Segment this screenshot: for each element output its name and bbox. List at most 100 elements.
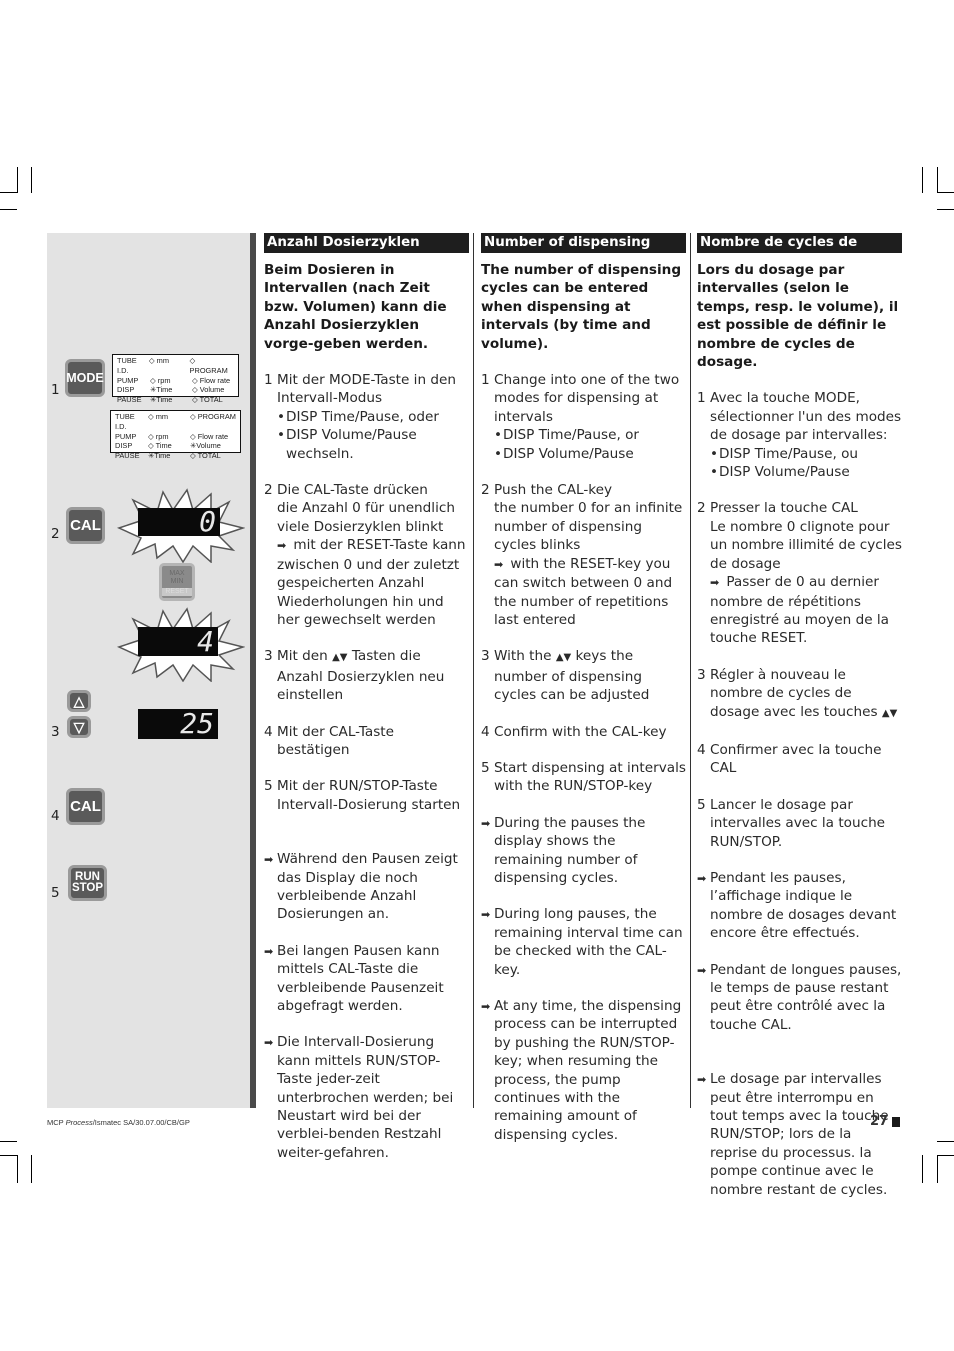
note: ➡ Während den Pausen zeigt das Display di… xyxy=(264,850,469,924)
panel-label: Time xyxy=(156,385,173,395)
step-text: Mit der RUN/STOP-Taste Intervall-Dosieru… xyxy=(277,778,461,813)
step-number-5: 5 xyxy=(51,885,60,901)
panel-label: PROGRAM xyxy=(197,412,236,421)
step-text: Confirm with the CAL-key xyxy=(494,723,667,740)
note: ➡ At any time, the dispensing process can… xyxy=(481,997,686,1144)
note-text: Pendant de longues pauses, le temps de p… xyxy=(710,961,902,1033)
note-text: mit der RESET-Taste kann zwischen 0 und … xyxy=(277,537,466,628)
crop-mark xyxy=(31,1155,32,1183)
bullet-item: DISP Volume/Pause xyxy=(277,426,469,445)
instruction-step: 1 Change into one of the two modes for d… xyxy=(481,371,686,463)
note: ➡ Bei langen Pausen kann mittels CAL-Tast… xyxy=(264,942,469,1016)
up-down-arrows-icon: ▲▼ xyxy=(555,652,572,664)
step-number: 2 xyxy=(481,482,490,499)
arrow-right-icon: ➡ xyxy=(481,1000,491,1013)
intro-text: The number of dispensing cycles can be e… xyxy=(481,262,682,352)
panel-label: rpm xyxy=(157,375,171,385)
indicator-off-icon: ◇ xyxy=(148,412,154,421)
cal-key-icon: CAL xyxy=(66,788,105,825)
arrow-right-icon: ➡ xyxy=(264,853,274,867)
page-number: 27 xyxy=(870,1114,889,1129)
step-number: 5 xyxy=(697,796,706,813)
key-label: STOP xyxy=(71,882,104,894)
arrow-right-icon: ➡ xyxy=(697,963,707,977)
led-display-25: 25 xyxy=(138,709,218,739)
panel-label: Flow rate xyxy=(199,375,231,385)
step-number-1: 1 xyxy=(51,382,60,398)
crop-mark xyxy=(0,209,17,210)
panel-label: TOTAL xyxy=(199,395,223,405)
crop-mark xyxy=(922,1155,923,1183)
cal-key-icon: CAL xyxy=(66,507,105,544)
note-text: Bei langen Pausen kann mittels CAL-Taste… xyxy=(277,942,444,1014)
panel-label: rpm xyxy=(155,431,169,441)
panel-label: TUBE I.D. xyxy=(115,412,135,431)
step-text: Mit der CAL-Taste bestätigen xyxy=(277,723,394,758)
instruction-step: 2 Presser la touche CAL Le nombre 0 clig… xyxy=(697,499,902,647)
panel-label: TUBE I.D. xyxy=(117,356,137,375)
note-text: Passer de 0 au dernier nombre de répétit… xyxy=(710,574,890,647)
step-number-2: 2 xyxy=(51,526,60,542)
note: ➡ Pendant les pauses, l’affichage indique… xyxy=(697,869,902,943)
crop-mark xyxy=(937,192,954,193)
indicator-off-icon: ◇ xyxy=(190,451,196,461)
panel-divider xyxy=(250,233,256,1108)
section-heading: Nombre de cycles de dosage xyxy=(697,233,902,268)
bullet-item: DISP Volume/Pause xyxy=(710,463,902,482)
note-text: During the pauses the display shows the … xyxy=(494,814,646,886)
indicator-off-icon: ◇ xyxy=(190,412,196,421)
panel-label: Flow rate xyxy=(197,431,229,441)
arrow-right-icon: ➡ xyxy=(697,1073,707,1087)
step-number: 2 xyxy=(697,500,706,517)
panel-label: PUMP xyxy=(117,375,139,385)
column-german: Anzahl Dosierzyklen Beim Dosieren in Int… xyxy=(264,233,469,1180)
reset-key-label: RESET xyxy=(162,588,192,596)
arrow-right-icon: ➡ xyxy=(481,908,491,922)
note: ➡ Le dosage par intervalles peut être int… xyxy=(697,1070,902,1199)
mode-display-panel-2: TUBE I.D. ◇ mm ◇ PROGRAM PUMP ◇ rpm ◇ Flow r… xyxy=(110,410,241,460)
step-number: 1 xyxy=(697,390,706,407)
note-text: During long pauses, the remaining interv… xyxy=(494,906,683,978)
bullet-item: DISP Time/Pause, or xyxy=(494,426,686,445)
panel-label: PUMP xyxy=(115,431,137,441)
led-display-blink-0: 0 xyxy=(138,508,220,536)
step-text: Start dispensing at intervals with the R… xyxy=(494,759,686,795)
up-arrow-key-icon: △ xyxy=(67,690,91,712)
crop-mark xyxy=(937,167,938,193)
arrow-right-icon: ➡ xyxy=(264,944,274,958)
step-text: Confirmer avec la touche CAL xyxy=(710,741,882,777)
panel-label: DISP xyxy=(117,385,135,395)
arrow-right-icon: ➡ xyxy=(264,1036,274,1050)
intro-text: Beim Dosieren in Intervallen (nach Zeit … xyxy=(264,262,447,352)
instruction-step: 4 Confirm with the CAL-key xyxy=(481,723,686,741)
indicator-off-icon: ◇ xyxy=(192,375,198,385)
bullet-item: DISP Time/Pause, oder xyxy=(277,408,469,427)
step-number: 1 xyxy=(264,372,273,389)
down-arrow-key-icon: ▽ xyxy=(67,716,91,738)
reset-key-icon: MAX MIN RESET xyxy=(159,563,195,601)
panel-label: mm xyxy=(156,356,169,365)
section-heading: Anzahl Dosierzyklen xyxy=(264,233,469,253)
note: ➡ Die Intervall-Dosierung kann mittels RU… xyxy=(264,1033,469,1162)
reference-text: MCP xyxy=(47,1118,66,1127)
step-text: the number 0 for an infinite number of d… xyxy=(494,500,683,554)
instruction-step: 3 Régler à nouveau le nombre de cycles d… xyxy=(697,666,902,723)
crop-mark xyxy=(31,167,32,193)
instruction-step: 4 Mit der CAL-Taste bestätigen xyxy=(264,723,469,760)
instruction-step: 2 Push the CAL-key the number 0 for an i… xyxy=(481,481,686,629)
step-text: Régler à nouveau le nombre de cycles de … xyxy=(710,666,878,720)
indicator-off-icon: ◇ xyxy=(148,356,155,365)
arrow-right-icon: ➡ xyxy=(494,557,504,571)
step-text: die Anzahl 0 für unendlich viele Dosierz… xyxy=(277,500,455,535)
mode-display-panel-1: TUBE I.D. ◇ mm ◇ PROGRAM PUMP ◇ rpm ◇ Flow r… xyxy=(112,354,239,404)
column-english: Number of dispensing cycles The number o… xyxy=(481,233,686,1162)
panel-label: TOTAL xyxy=(197,451,221,461)
note: ➡ During the pauses the display shows the… xyxy=(481,814,686,888)
crop-mark xyxy=(937,209,954,210)
panel-label: Time xyxy=(156,395,173,405)
panel-label: Time xyxy=(155,441,172,451)
mode-key-icon: MODE xyxy=(65,359,105,397)
note-text: Le dosage par intervalles peut être inte… xyxy=(710,1071,889,1198)
step-text: Mit der MODE-Taste in den Intervall-Modu… xyxy=(277,372,457,407)
column-divider xyxy=(473,233,474,1108)
